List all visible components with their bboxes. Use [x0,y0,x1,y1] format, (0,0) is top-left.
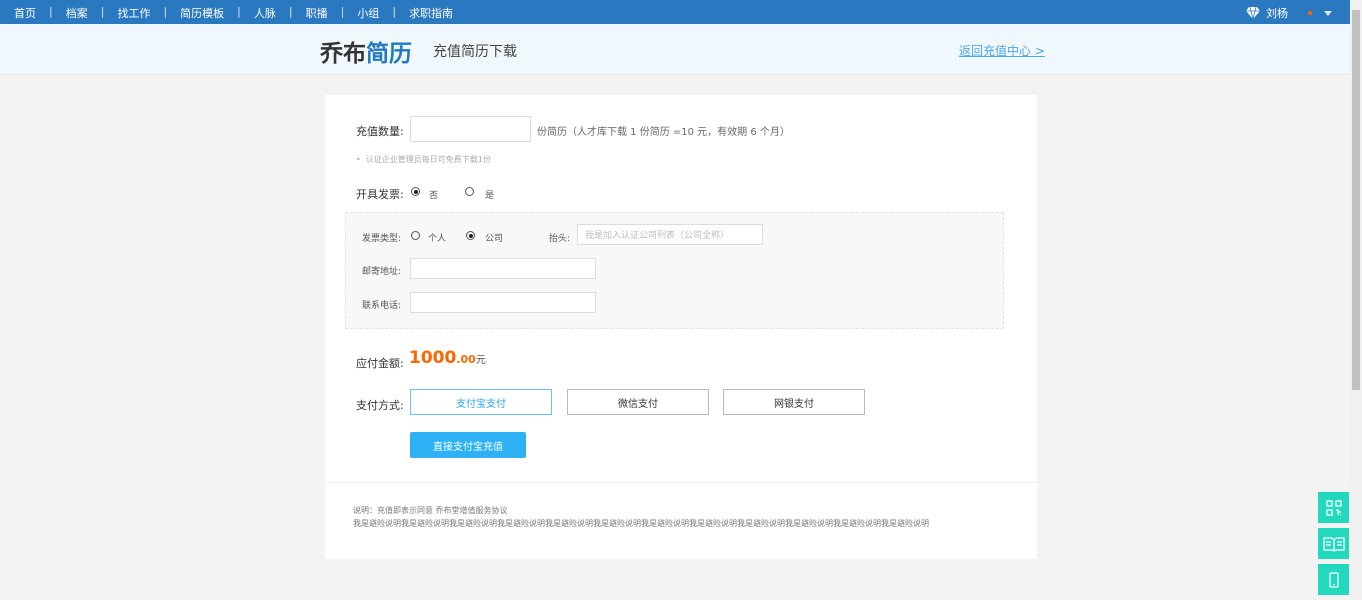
nav-separator: | [100,5,105,18]
submit-alipay-button[interactable]: 直接支付宝充值 [410,432,526,458]
invoice-label: 开具发票: [356,188,404,201]
agreement-note: 说明：充值即表示同意 乔布堂增值服务协议 [353,506,508,515]
invoice-company-label: 公司 [485,234,504,244]
nav-separator: | [392,5,397,18]
phone-icon [1328,571,1339,588]
invoice-title-input[interactable]: 我是加入认证公司列表（公司全称） [577,224,763,245]
nav-item[interactable]: 简历模板 [180,5,224,21]
invoice-company-radio[interactable] [466,231,475,240]
scrollbar[interactable] [1350,0,1362,600]
invoice-type-label: 发票类型: [362,234,402,244]
nav-item[interactable]: 求职指南 [409,5,453,21]
invoice-yes-label: 是 [485,191,495,201]
page-title: 充值简历下载 [433,44,517,60]
logo-text: 乔布 [320,40,366,67]
free-download-tip: • 认证企业管理员每日可免费下载1份 [356,155,491,164]
amount-unit: 元 [475,355,486,366]
main-nav: 首页 | 档案 | 找工作 | 简历模板 | 人脉 | 职播 | 小组 | 求职指南 [14,5,453,21]
user-menu[interactable]: 刘杨 [1246,5,1332,21]
wechat-pay-button[interactable]: 微信支付 [567,389,709,415]
divider [325,482,1037,483]
nav-item[interactable]: 小组 [357,5,379,21]
nav-separator: | [288,5,293,18]
guide-book-button[interactable] [1318,528,1349,559]
nav-item[interactable]: 找工作 [117,5,150,21]
nav-separator: | [237,5,241,18]
nav-item[interactable]: 职播 [306,5,328,21]
scrollbar-thumb[interactable] [1352,10,1360,390]
nav-item[interactable]: 档案 [66,5,88,21]
invoice-no-label: 否 [429,191,439,201]
quantity-label: 充值数量: [356,125,404,138]
amount-value: 1000.00元 [409,348,486,368]
phone-label: 联系电话: [362,301,402,311]
disclaimer-note: 我是避险说明我是避险说明我是避险说明我是避险说明我是避险说明我是避险说明我是避险… [353,519,929,528]
quantity-input[interactable] [410,116,531,142]
invoice-personal-radio[interactable] [411,231,420,240]
user-name[interactable]: 刘杨 [1266,5,1288,21]
page-header: 乔布简历 充值简历下载 返回充值中心 > [0,24,1350,75]
book-icon [1322,536,1345,552]
free-tip-text: 认证企业管理员每日可免费下载1份 [365,155,491,164]
nav-item[interactable]: 首页 [14,5,36,21]
invoice-title-label: 抬头: [549,234,571,244]
diamond-icon [1246,7,1260,19]
qr-code-icon [1325,499,1342,516]
recharge-form: 充值数量: 份简历（人才库下载 1 份简历 =10 元，有效期 6 个月） • … [325,95,1037,559]
invoice-details-panel: 发票类型: 个人 公司 抬头: 我是加入认证公司列表（公司全称） 邮寄地址: 联… [345,212,1004,329]
chevron-down-icon[interactable] [1324,10,1332,16]
amount-integer: 1000 [409,348,457,368]
address-label: 邮寄地址: [362,267,402,277]
nav-item[interactable]: 人脉 [254,5,276,21]
back-to-recharge-link[interactable]: 返回充值中心 > [959,42,1045,59]
nav-separator: | [163,5,168,18]
quantity-hint: 份简历（人才库下载 1 份简历 =10 元，有效期 6 个月） [537,127,790,138]
qr-code-button[interactable] [1318,492,1349,523]
logo-text-blue: 简历 [366,40,412,67]
mobile-app-button[interactable] [1318,564,1349,595]
invoice-no-radio[interactable] [411,187,420,196]
address-input[interactable] [410,258,596,279]
amount-decimal: .00 [456,353,476,366]
invoice-yes-radio[interactable] [465,187,474,196]
top-navigation-bar: 首页 | 档案 | 找工作 | 简历模板 | 人脉 | 职播 | 小组 | 求职指南 刘杨 [0,0,1350,24]
logo[interactable]: 乔布简历 [320,34,412,68]
notification-dot [1308,11,1312,15]
amount-label: 应付金额: [356,357,404,370]
bank-pay-button[interactable]: 网银支付 [723,389,865,415]
nav-separator: | [340,5,345,18]
invoice-personal-label: 个人 [428,234,447,244]
phone-input[interactable] [410,292,596,313]
payment-method-label: 支付方式: [356,399,404,412]
alipay-button[interactable]: 支付宝支付 [410,389,552,415]
nav-separator: | [49,5,53,18]
